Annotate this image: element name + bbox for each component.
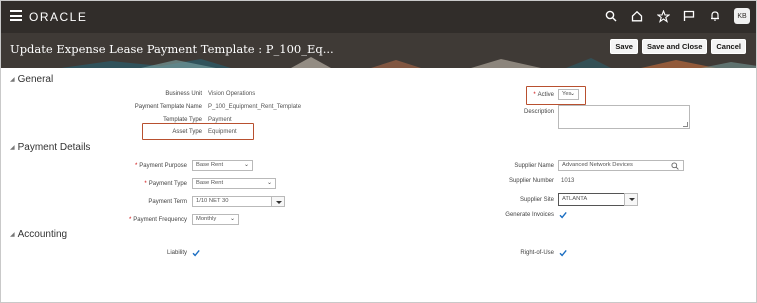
- header-icons: KB: [594, 7, 750, 25]
- user-avatar[interactable]: KB: [734, 8, 750, 24]
- generate-invoices-checkbox[interactable]: [559, 211, 567, 219]
- payment-term-label: Payment Term: [148, 199, 187, 205]
- supplier-name-input[interactable]: Advanced Network Devices: [558, 160, 684, 171]
- payment-type-label: * Payment Type: [144, 181, 187, 187]
- page-title: Update Expense Lease Payment Template : …: [10, 42, 334, 56]
- payment-section-header[interactable]: ◢ Payment Details: [10, 142, 90, 153]
- supplier-name-label: Supplier Name: [514, 163, 554, 169]
- supplier-site-label: Supplier Site: [519, 197, 554, 203]
- active-select[interactable]: Yes ⌄: [558, 89, 579, 100]
- dropdown-button-icon[interactable]: [624, 193, 638, 206]
- general-section-header[interactable]: ◢ General: [10, 74, 53, 85]
- asset-type-label: Asset Type: [172, 129, 202, 135]
- general-section-title: General: [17, 74, 54, 85]
- description-label: Description: [523, 109, 554, 115]
- dropdown-button-icon[interactable]: [271, 196, 285, 207]
- payment-purpose-select[interactable]: Base Rent ⌄: [192, 160, 253, 171]
- right-of-use-label: Right-of-Use: [520, 250, 554, 256]
- payment-purpose-label: * Payment Purpose: [134, 163, 187, 169]
- description-textarea[interactable]: [558, 105, 690, 129]
- supplier-number-value: 1013: [561, 178, 575, 184]
- home-icon[interactable]: [628, 7, 646, 25]
- payment-type-select[interactable]: Base Rent ⌄: [192, 178, 276, 189]
- liability-checkbox[interactable]: [192, 249, 200, 257]
- flag-icon[interactable]: [680, 7, 698, 25]
- chevron-down-icon: ⌄: [266, 180, 272, 186]
- supplier-site-select[interactable]: ATLANTA: [558, 193, 638, 206]
- chevron-down-icon: ⌄: [569, 91, 575, 97]
- cancel-button[interactable]: Cancel: [711, 39, 746, 54]
- payment-frequency-select[interactable]: Monthly ⌄: [192, 214, 239, 225]
- save-and-close-button[interactable]: Save and Close: [641, 39, 708, 54]
- favorite-star-icon[interactable]: [654, 7, 672, 25]
- page-actions: Save Save and Close Cancel: [606, 39, 746, 54]
- template-name-label: Payment Template Name: [134, 104, 202, 110]
- collapse-triangle-icon[interactable]: ◢: [10, 231, 15, 238]
- payment-term-select[interactable]: 1/10 NET 30: [192, 196, 285, 207]
- chevron-down-icon: ⌄: [243, 162, 249, 168]
- template-name-value: P_100_Equipment_Rent_Template: [208, 104, 302, 110]
- collapse-triangle-icon[interactable]: ◢: [10, 76, 15, 83]
- collapse-triangle-icon[interactable]: ◢: [10, 144, 15, 151]
- accounting-section-header[interactable]: ◢ Accounting: [10, 229, 67, 240]
- search-icon[interactable]: [671, 162, 679, 170]
- right-of-use-checkbox[interactable]: [559, 249, 567, 257]
- supplier-number-label: Supplier Number: [508, 178, 554, 184]
- notifications-bell-icon[interactable]: [706, 7, 724, 25]
- active-label: * Active: [533, 92, 554, 98]
- page-header: Update Expense Lease Payment Template : …: [1, 33, 756, 68]
- oracle-logo[interactable]: ORACLE: [29, 10, 87, 24]
- save-button[interactable]: Save: [610, 39, 638, 54]
- asset-type-value: Equipment: [208, 129, 237, 135]
- chevron-down-icon: ⌄: [229, 216, 235, 222]
- business-unit-value: Vision Operations: [208, 91, 256, 97]
- generate-invoices-label: Generate Invoices: [505, 212, 554, 218]
- global-header: ORACLE KB: [1, 1, 756, 33]
- liability-label: Liability: [166, 250, 187, 256]
- payment-section-title: Payment Details: [17, 142, 91, 153]
- app-window: ORACLE KB Update Expense Lease Payment T…: [0, 0, 757, 303]
- payment-frequency-label: * Payment Frequency: [128, 217, 187, 223]
- navigator-menu-icon[interactable]: [10, 10, 22, 21]
- accounting-section-title: Accounting: [17, 229, 68, 240]
- business-unit-label: Business Unit: [165, 91, 202, 97]
- search-icon[interactable]: [602, 7, 620, 25]
